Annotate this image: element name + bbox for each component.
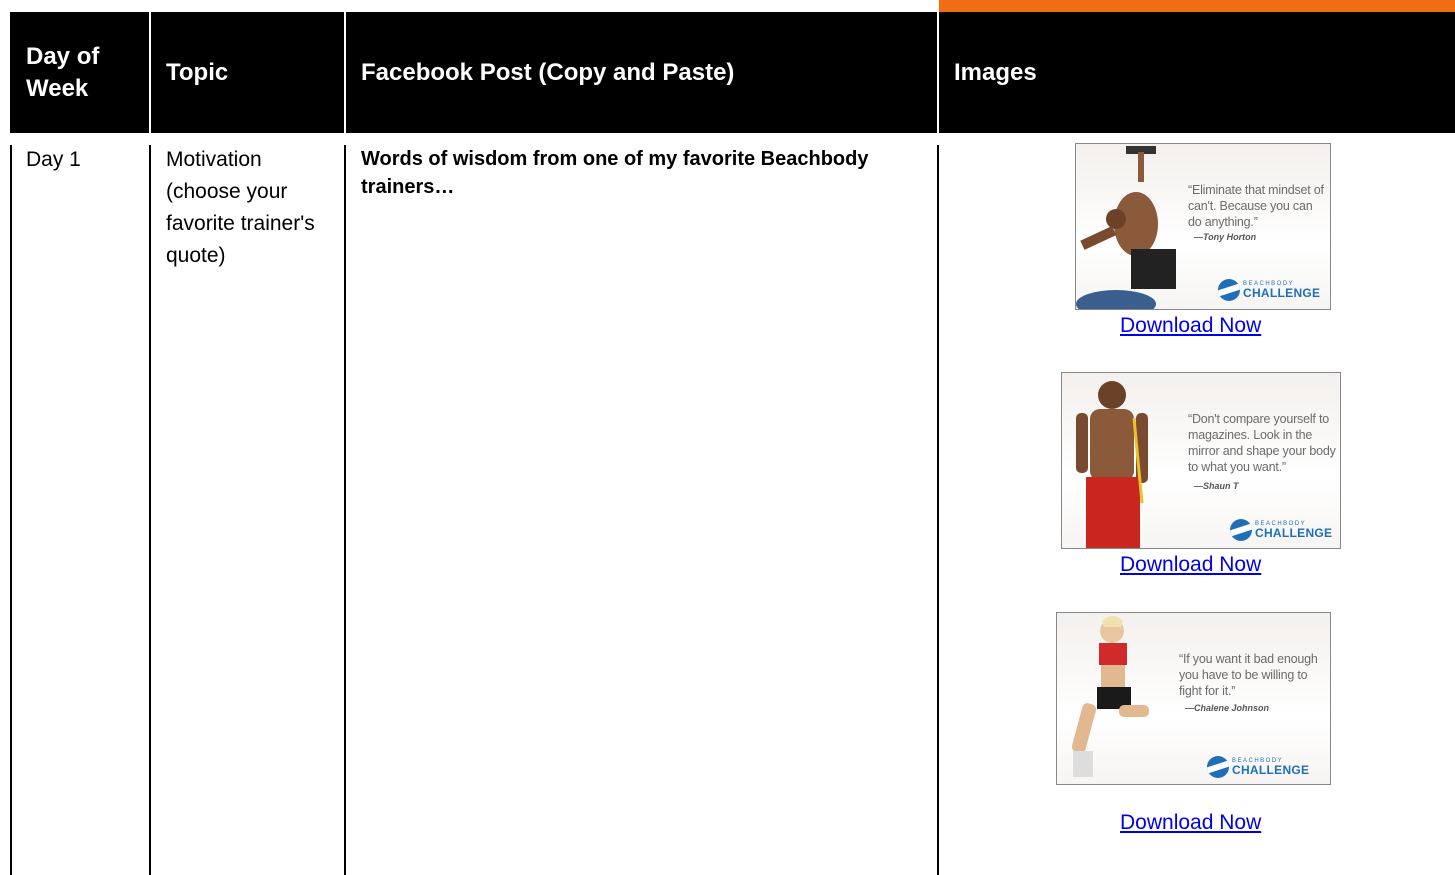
topic-cell: Motivation (choose your favorite trainer… bbox=[166, 148, 315, 267]
table-border-left bbox=[10, 145, 12, 875]
table-column-divider bbox=[149, 145, 151, 875]
trainer-figure-icon bbox=[1071, 616, 1149, 777]
logo-bottom-text: CHALLENGE bbox=[1232, 763, 1310, 777]
beachbody-challenge-logo: BEACHBODY CHALLENGE bbox=[1207, 756, 1309, 778]
beachbody-challenge-logo: BEACHBODY CHALLENGE bbox=[1230, 519, 1332, 541]
header-divider bbox=[149, 12, 151, 133]
trainer-figure-icon bbox=[1076, 146, 1176, 309]
header-divider bbox=[344, 12, 346, 133]
download-now-link[interactable]: Download Now bbox=[1120, 314, 1261, 338]
table-column-divider bbox=[344, 145, 346, 875]
trainer-quote-image-chalene-johnson: “If you want it bad enough you have to b… bbox=[1056, 612, 1331, 785]
header-topic: Topic bbox=[166, 58, 229, 86]
table-column-divider bbox=[937, 145, 939, 875]
quote-author: —Tony Horton bbox=[1194, 232, 1257, 242]
quote-text: “Don't compare yourself to magazines. Lo… bbox=[1188, 412, 1336, 474]
header-facebook-post: Facebook Post (Copy and Paste) bbox=[361, 58, 735, 86]
quote-text: “Eliminate that mindset of can't. Becaus… bbox=[1188, 183, 1324, 229]
quote-text: “If you want it bad enough you have to b… bbox=[1179, 652, 1318, 698]
quote-author: —Shaun T bbox=[1194, 481, 1239, 491]
header-images: Images bbox=[954, 58, 1037, 86]
quote-author: —Chalene Johnson bbox=[1185, 703, 1270, 713]
beachbody-challenge-logo: BEACHBODY CHALLENGE bbox=[1218, 279, 1320, 301]
trainer-figure-icon bbox=[1076, 381, 1148, 548]
trainer-quote-image-tony-horton: “Eliminate that mindset of can't. Becaus… bbox=[1075, 143, 1331, 310]
document-page: Day of Week Topic Facebook Post (Copy an… bbox=[0, 0, 1455, 875]
download-now-link[interactable]: Download Now bbox=[1120, 811, 1261, 835]
beachbody-logo-icon bbox=[1230, 519, 1252, 541]
logo-bottom-text: CHALLENGE bbox=[1243, 286, 1321, 300]
download-now-link[interactable]: Download Now bbox=[1120, 553, 1261, 577]
orange-accent-bar bbox=[939, 0, 1455, 12]
table-header-row: Day of Week Topic Facebook Post (Copy an… bbox=[10, 12, 1455, 133]
beachbody-logo-icon bbox=[1218, 279, 1240, 301]
logo-bottom-text: CHALLENGE bbox=[1255, 526, 1333, 540]
trainer-quote-image-shaun-t: “Don't compare yourself to magazines. Lo… bbox=[1061, 372, 1341, 549]
facebook-post-text: Words of wisdom from one of my favorite … bbox=[361, 148, 869, 198]
header-day-of-week: Day of Week bbox=[26, 42, 100, 102]
beachbody-logo-icon bbox=[1207, 756, 1229, 778]
day-cell: Day 1 bbox=[26, 148, 81, 171]
header-divider bbox=[937, 12, 939, 133]
